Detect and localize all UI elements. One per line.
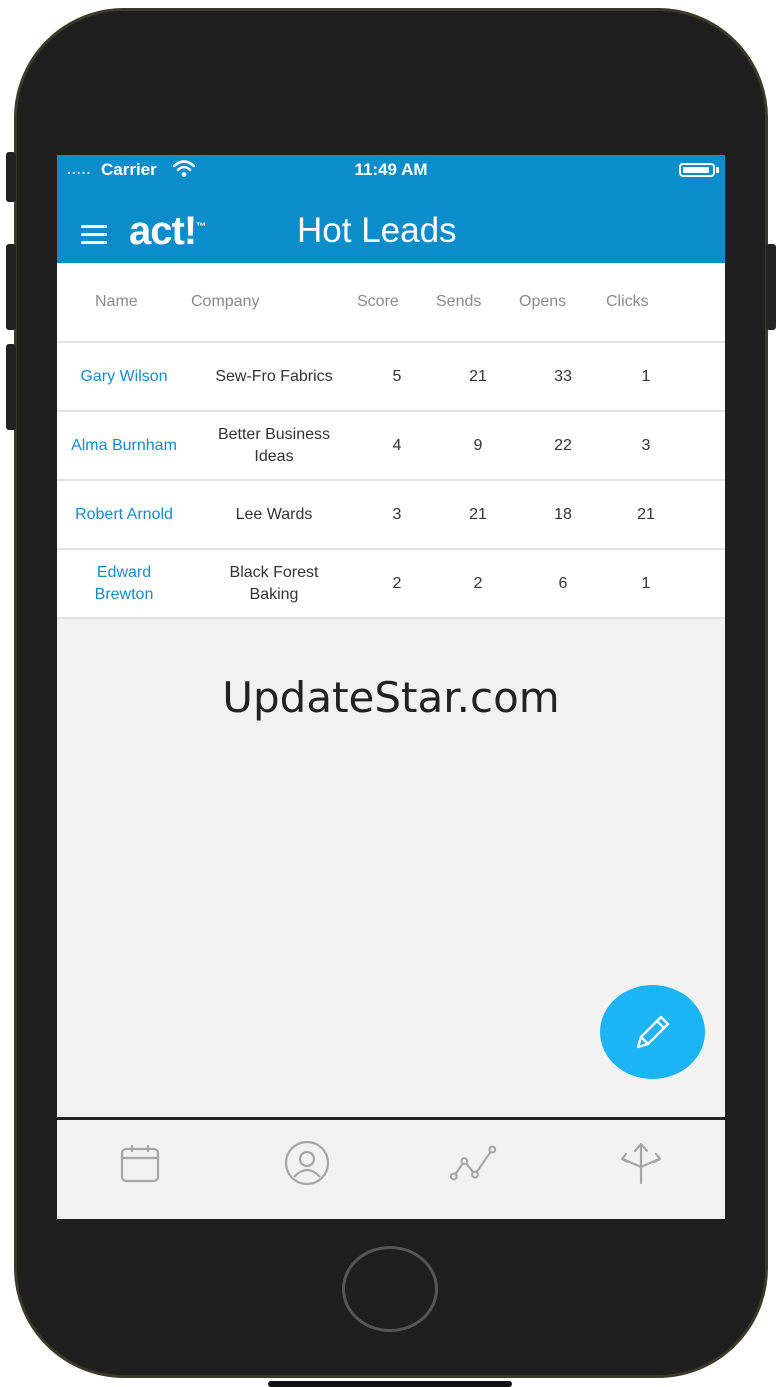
table-row[interactable]: Robert Arnold Lee Wards 3 21 18 21 [57,481,725,550]
tab-calendar[interactable] [115,1138,165,1188]
opens-cell: 18 [554,505,572,523]
lead-name-link[interactable]: Gary Wilson [57,343,191,410]
lead-name-link[interactable]: Robert Arnold [57,481,191,548]
clicks-cell: 1 [641,574,651,592]
tab-bar [57,1117,725,1219]
column-header-sends[interactable]: Sends [436,293,481,311]
tab-contacts[interactable] [282,1138,332,1188]
logo-text: act! [129,209,197,253]
leads-table: Name Company Score Sends Opens Clicks Ga… [57,263,725,619]
clicks-cell: 1 [641,367,651,385]
opens-cell: 22 [554,436,572,454]
power-button [766,244,776,330]
table-header: Name Company Score Sends Opens Clicks [57,263,725,343]
company-cell: Sew-Fro Fabrics [215,367,333,385]
company-cell: Better Business Ideas [217,425,331,465]
compose-button[interactable] [600,985,705,1079]
column-header-score[interactable]: Score [357,293,399,311]
score-cell: 2 [392,574,402,592]
table-row[interactable]: Alma Burnham Better Business Ideas 4 9 2… [57,412,725,481]
clicks-cell: 3 [641,436,651,454]
tab-directions[interactable] [616,1138,666,1188]
opens-cell: 33 [554,367,572,385]
directions-icon [620,1142,662,1185]
score-cell: 4 [392,436,402,454]
status-bar: ..... Carrier 11:49 AM [57,155,725,185]
bottom-bar [268,1381,512,1387]
contact-icon [284,1140,330,1186]
sends-cell: 21 [469,367,487,385]
column-header-clicks[interactable]: Clicks [606,293,649,311]
status-time: 11:49 AM [354,160,428,179]
mute-switch [6,152,16,202]
score-cell: 3 [392,505,402,523]
lead-name-link[interactable]: Edward Brewton [57,550,191,617]
calendar-icon [120,1145,160,1183]
table-row[interactable]: Edward Brewton Black Forest Baking 2 2 6… [57,550,725,619]
pencil-icon [636,1015,669,1049]
home-button[interactable] [342,1246,438,1332]
company-cell: Black Forest Baking [229,563,319,603]
sends-cell: 21 [469,505,487,523]
table-row[interactable]: Gary Wilson Sew-Fro Fabrics 5 21 33 1 [57,343,725,412]
volume-down-button [6,344,16,430]
sends-cell: 2 [473,574,483,592]
score-cell: 5 [392,367,402,385]
clicks-cell: 21 [637,505,655,523]
opens-cell: 6 [558,574,568,592]
battery-icon [679,163,715,177]
tab-analytics[interactable] [449,1138,499,1188]
analytics-icon [449,1145,497,1181]
act-logo: act!™ [129,209,206,254]
column-header-opens[interactable]: Opens [519,293,566,311]
watermark-text: UpdateStar.com [222,673,560,722]
volume-up-button [6,244,16,330]
sends-cell: 9 [473,436,483,454]
column-header-company[interactable]: Company [191,293,259,311]
company-cell: Lee Wards [235,505,313,523]
app-header: ..... Carrier 11:49 AM act!™ Hot Leads [57,155,725,263]
column-header-name[interactable]: Name [95,293,138,311]
menu-icon[interactable] [81,225,107,245]
app-screen: ..... Carrier 11:49 AM act!™ Hot Leads N… [57,155,725,1219]
page-title: Hot Leads [297,211,457,250]
lead-name-link[interactable]: Alma Burnham [57,412,191,479]
battery-tip [716,167,719,173]
trademark-mark: ™ [196,221,206,233]
